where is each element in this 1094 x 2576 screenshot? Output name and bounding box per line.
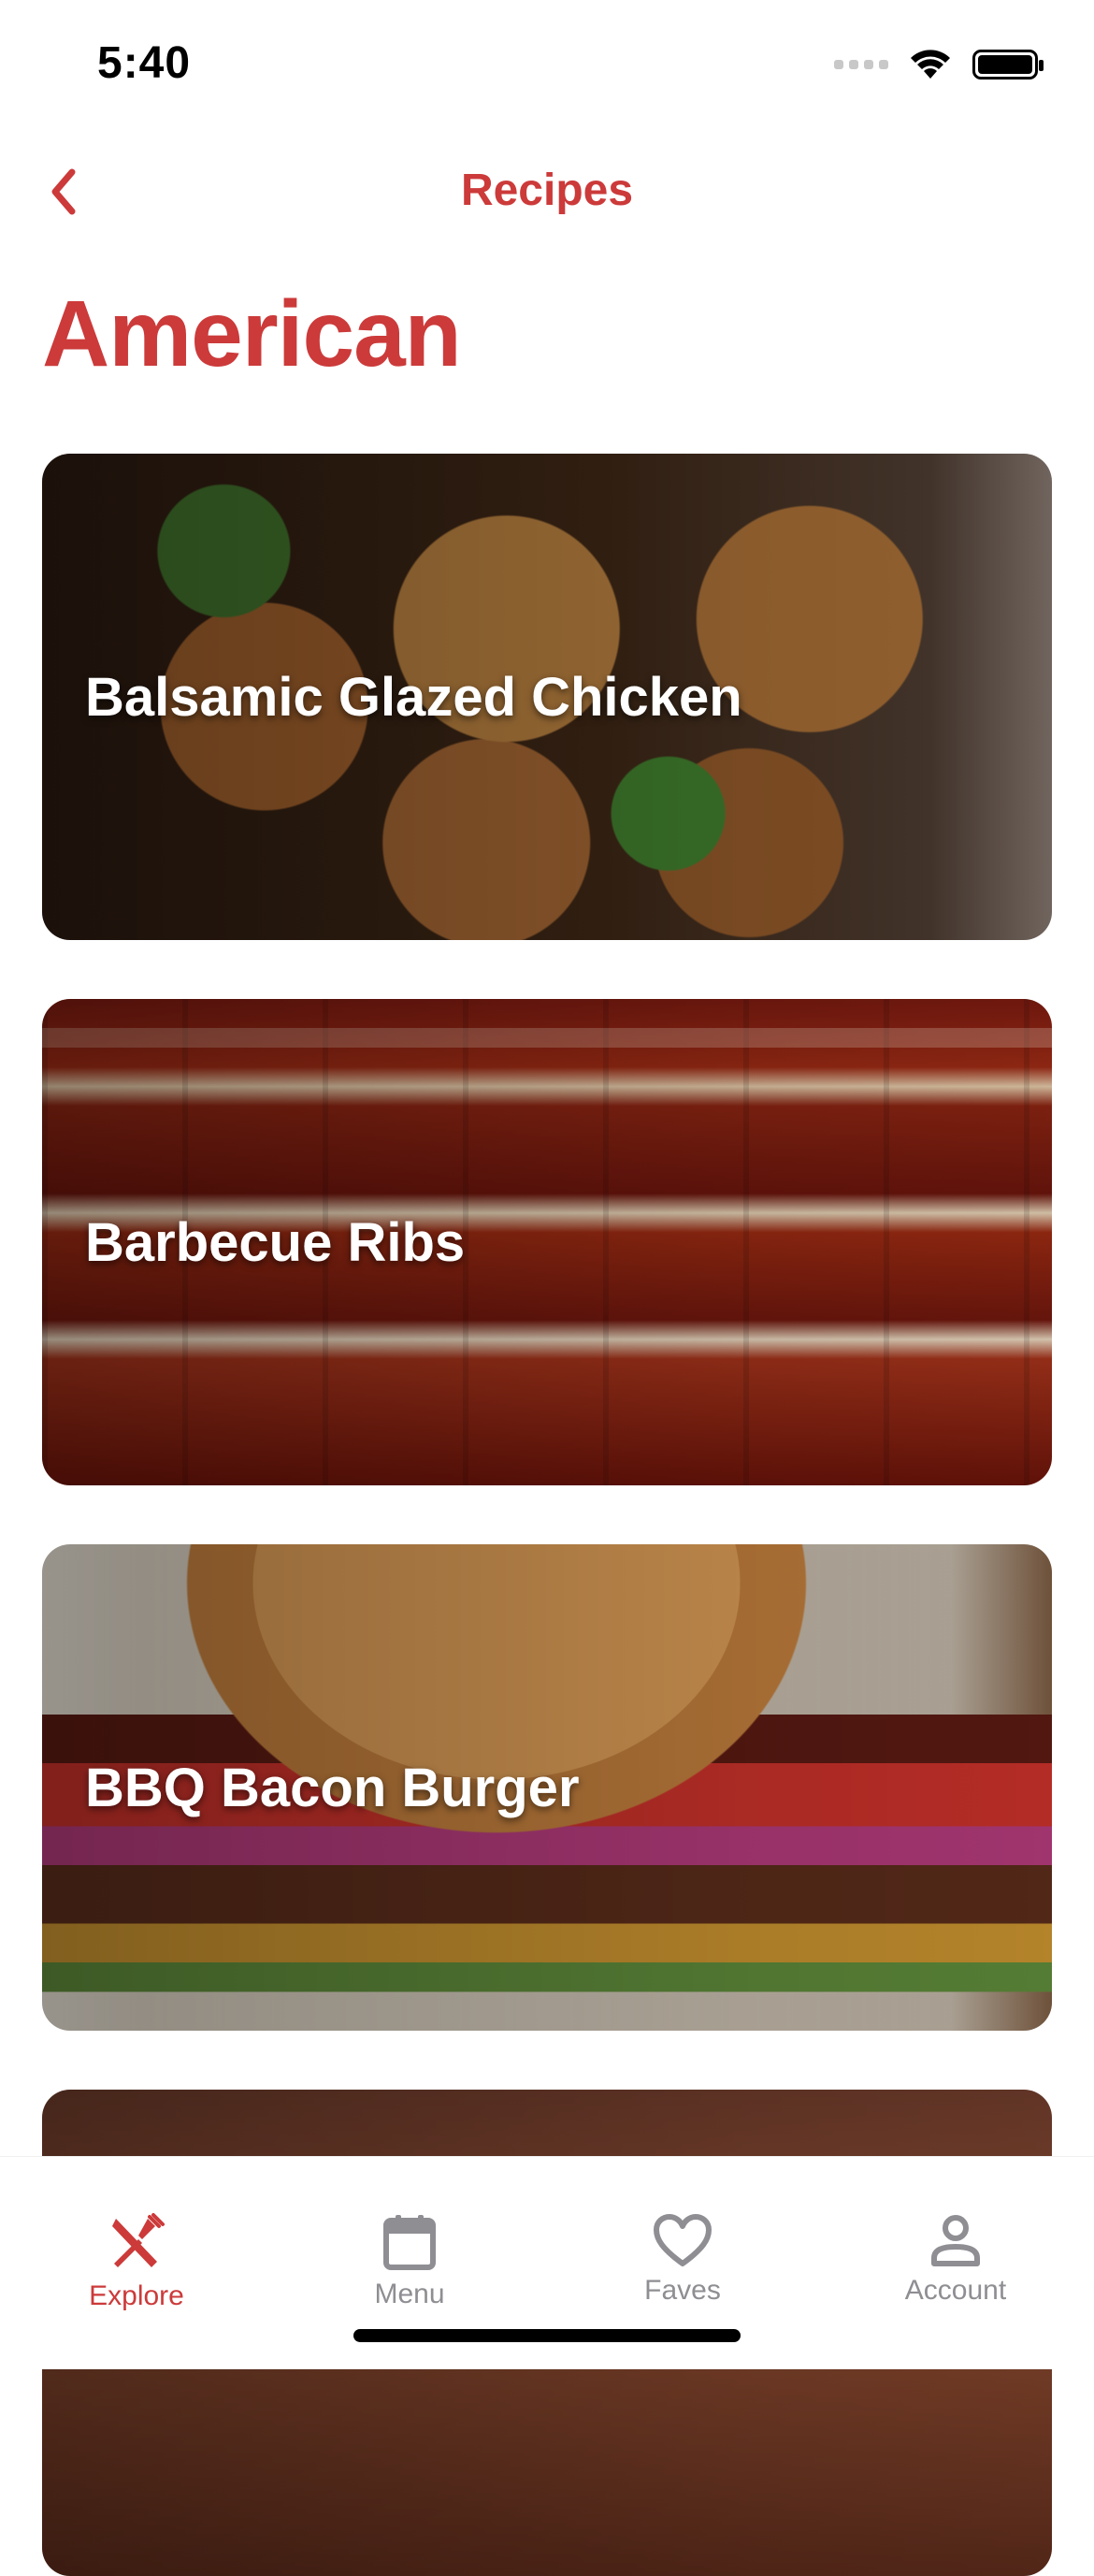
tab-menu[interactable]: Menu xyxy=(273,2157,546,2309)
recipe-card[interactable]: Balsamic Glazed Chicken xyxy=(42,454,1052,940)
home-indicator[interactable] xyxy=(353,2329,741,2342)
calendar-icon xyxy=(383,2215,436,2270)
status-time: 5:40 xyxy=(97,38,192,88)
recipe-title: BBQ Bacon Burger xyxy=(85,1757,580,1818)
wifi-icon xyxy=(911,50,950,79)
tab-label: Faves xyxy=(644,2275,721,2306)
recipe-title: Balsamic Glazed Chicken xyxy=(85,666,742,728)
person-icon xyxy=(931,2215,980,2266)
page-title: American xyxy=(42,282,462,386)
nav-title: Recipes xyxy=(460,166,634,215)
heart-icon xyxy=(654,2214,712,2266)
cellular-signal-icon xyxy=(834,60,888,69)
recipe-card[interactable]: Barbecue Ribs xyxy=(42,999,1052,1485)
tab-faves[interactable]: Faves xyxy=(546,2157,819,2306)
tab-label: Menu xyxy=(374,2279,445,2309)
tab-label: Account xyxy=(904,2275,1007,2306)
tab-account[interactable]: Account xyxy=(819,2157,1092,2306)
battery-icon xyxy=(972,50,1044,80)
fork-knife-icon xyxy=(112,2213,165,2267)
tab-explore[interactable]: Explore xyxy=(0,2157,273,2311)
recipe-title: Barbecue Ribs xyxy=(85,1211,466,1273)
tab-label: Explore xyxy=(89,2280,184,2311)
status-indicators xyxy=(834,49,1044,80)
recipe-card[interactable]: BBQ Bacon Burger xyxy=(42,1544,1052,2031)
status-bar: 5:40 xyxy=(0,0,1094,140)
